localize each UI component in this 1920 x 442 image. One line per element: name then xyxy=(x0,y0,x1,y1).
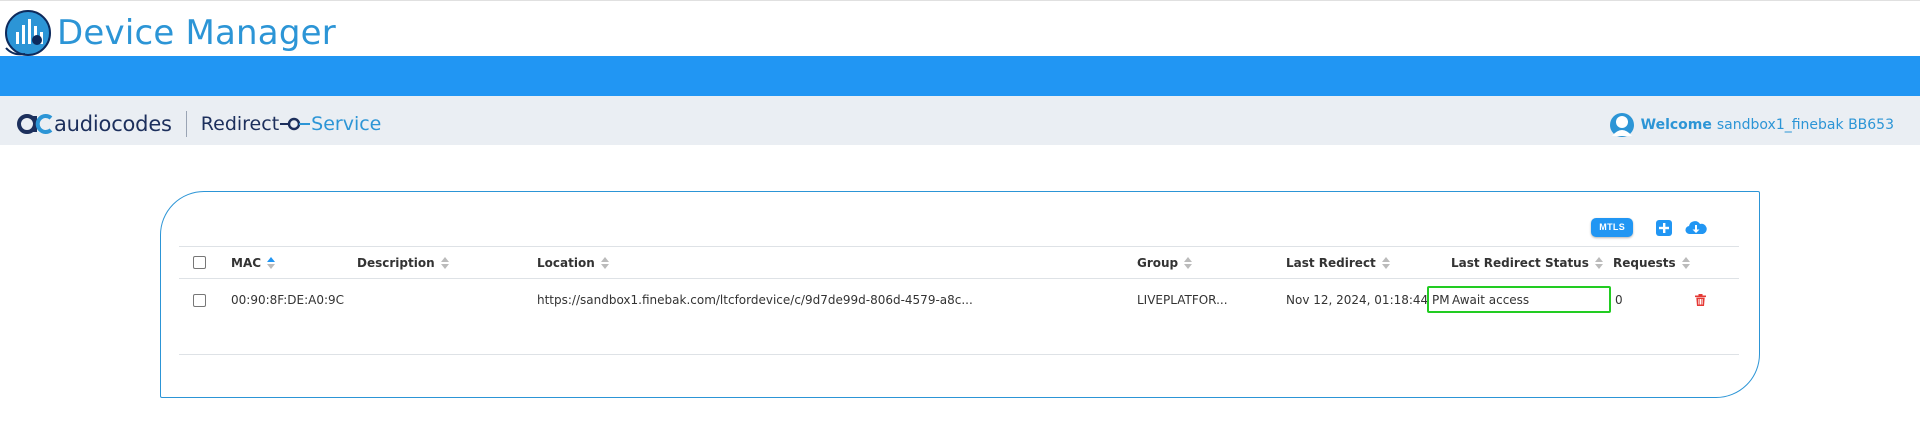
sort-icon xyxy=(440,256,449,269)
sort-icon xyxy=(1681,256,1690,269)
sort-icon xyxy=(600,256,609,269)
cell-mac: 00:90:8F:DE:A0:9C xyxy=(231,293,345,307)
column-header-requests[interactable]: Requests xyxy=(1613,247,1690,278)
column-header-last-redirect[interactable]: Last Redirect xyxy=(1286,247,1390,278)
cell-group: LIVEPLATFOR... xyxy=(1137,293,1228,307)
brand-name: audiocodes xyxy=(54,112,172,136)
status-highlight-box xyxy=(1427,286,1611,313)
column-label: MAC xyxy=(231,255,262,270)
column-label: Group xyxy=(1137,255,1179,270)
username: sandbox1_finebak BB653 xyxy=(1716,117,1894,133)
column-label: Location xyxy=(537,255,595,270)
app-title: Device Manager xyxy=(57,13,336,53)
delete-cell xyxy=(1695,279,1706,321)
app-header: Device Manager xyxy=(0,5,1920,56)
plus-square-icon[interactable] xyxy=(1655,219,1673,237)
brand-divider xyxy=(185,111,187,137)
service-name-service: Service xyxy=(311,113,382,135)
header-band xyxy=(0,56,1920,96)
mtls-button[interactable]: MTLS xyxy=(1591,218,1633,237)
column-header-group[interactable]: Group xyxy=(1137,247,1193,278)
column-header-mac[interactable]: MAC xyxy=(231,247,276,278)
column-header-location[interactable]: Location xyxy=(537,247,609,278)
cell-last-redirect: Nov 12, 2024, 01:18:44 PM xyxy=(1286,293,1450,307)
sort-icon xyxy=(1184,256,1193,269)
cell-requests: 0 xyxy=(1615,293,1623,307)
app-logo-icon xyxy=(5,10,51,56)
table-header: MAC Description Location Group Last Redi… xyxy=(179,246,1739,279)
service-link-icon xyxy=(280,117,311,131)
row-checkbox[interactable] xyxy=(193,293,206,307)
table-bottom-border xyxy=(179,354,1739,355)
select-all-checkbox[interactable] xyxy=(193,256,206,269)
sort-icon xyxy=(1381,256,1390,269)
table-toolbar: MTLS xyxy=(1591,218,1707,237)
column-header-last-redirect-status[interactable]: Last Redirect Status xyxy=(1451,247,1603,278)
column-header-description[interactable]: Description xyxy=(357,247,449,278)
sort-icon xyxy=(267,256,276,269)
service-name-redirect: Redirect xyxy=(200,113,280,135)
column-label: Last Redirect xyxy=(1286,255,1376,270)
column-label: Last Redirect Status xyxy=(1451,255,1589,270)
cell-location: https://sandbox1.finebak.com/ltcfordevic… xyxy=(537,293,973,307)
sort-icon xyxy=(1594,256,1603,269)
trash-icon[interactable] xyxy=(1695,294,1706,306)
audiocodes-mark-icon xyxy=(17,114,53,134)
column-label: Requests xyxy=(1613,255,1676,270)
user-avatar-icon xyxy=(1609,113,1634,137)
column-label: Description xyxy=(357,255,435,270)
welcome-label: Welcome xyxy=(1640,117,1712,133)
select-all-cell xyxy=(193,247,206,278)
cloud-download-icon[interactable] xyxy=(1685,219,1707,237)
row-select-cell xyxy=(193,279,206,321)
brand-logo[interactable]: audiocodes Redirect Service xyxy=(17,111,382,137)
user-welcome[interactable]: Welcome sandbox1_finebak BB653 xyxy=(1609,112,1894,138)
